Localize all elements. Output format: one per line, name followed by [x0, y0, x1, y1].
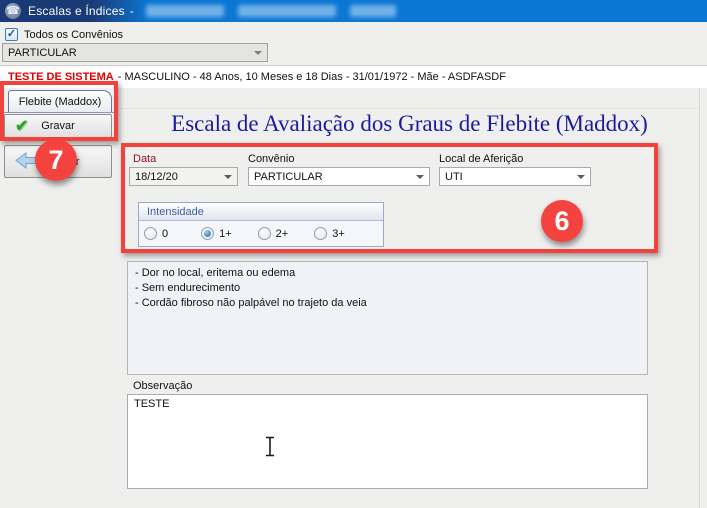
radio-intensity-2plus[interactable]: 2+: [258, 227, 289, 240]
panel-divider: [699, 88, 700, 508]
radio-intensity-3plus[interactable]: 3+: [314, 227, 345, 240]
save-button[interactable]: ✔ Gravar: [4, 114, 112, 138]
intensity-label: Intensidade: [147, 206, 204, 218]
observation-textarea[interactable]: TESTE: [127, 394, 648, 489]
patient-info-bar: TESTE DE SISTEMA - MASCULINO - 48 Anos, …: [0, 65, 707, 88]
chevron-down-icon: [224, 175, 232, 179]
patient-details: - MASCULINO - 48 Anos, 10 Meses e 18 Dia…: [118, 71, 506, 83]
description-line: - Dor no local, eritema ou edema: [135, 266, 640, 281]
insurance-filter-value: PARTICULAR: [8, 47, 77, 59]
window-title: Escalas e Índices: [28, 4, 125, 18]
check-icon: ✔: [15, 116, 28, 136]
redacted-text: [238, 5, 336, 17]
radio-label: 3+: [332, 228, 345, 240]
patient-name: TESTE DE SISTEMA: [8, 71, 114, 83]
radio-icon[interactable]: [258, 227, 271, 240]
annotation-badge-6: 6: [541, 200, 583, 242]
page-title: Escala de Avaliação dos Graus de Flebite…: [120, 111, 699, 137]
phone-icon: ☎: [5, 3, 21, 19]
radio-intensity-1plus[interactable]: 1+: [201, 227, 232, 240]
tab-strip-divider: [0, 112, 118, 113]
chevron-down-icon: [577, 175, 585, 179]
all-insurances-checkbox[interactable]: ✓: [5, 28, 18, 41]
location-label: Local de Aferição: [439, 153, 523, 165]
date-value: 18/12/20: [135, 171, 178, 183]
checkmark-icon: ✓: [7, 28, 16, 40]
title-separator: -: [130, 4, 134, 18]
location-dropdown[interactable]: UTI: [439, 167, 591, 186]
date-dropdown[interactable]: 18/12/20: [129, 167, 238, 186]
insurance-dropdown[interactable]: PARTICULAR: [248, 167, 430, 186]
location-value: UTI: [445, 171, 463, 183]
grade-description-box: - Dor no local, eritema ou edema - Sem e…: [127, 261, 648, 375]
tab-flebite-maddox[interactable]: Flebite (Maddox): [8, 90, 112, 113]
all-insurances-label: Todos os Convênios: [24, 29, 123, 41]
radio-selected-icon[interactable]: [201, 227, 214, 240]
radio-icon[interactable]: [144, 227, 157, 240]
escalas-e-indices-window: ☎ Escalas e Índices - ✓ Todos os Convêni…: [0, 0, 707, 508]
radio-intensity-0[interactable]: 0: [144, 227, 168, 240]
redacted-text: [350, 5, 396, 17]
text-cursor-icon: [264, 436, 276, 460]
insurance-value: PARTICULAR: [254, 171, 323, 183]
radio-icon[interactable]: [314, 227, 327, 240]
window-titlebar: ☎ Escalas e Índices -: [0, 0, 707, 22]
annotation-badge-7: 7: [35, 139, 77, 181]
redacted-text: [146, 5, 224, 17]
insurance-label: Convênio: [248, 153, 294, 165]
chevron-down-icon: [416, 175, 424, 179]
radio-label: 1+: [219, 228, 232, 240]
insurance-filter-dropdown[interactable]: PARTICULAR: [2, 43, 268, 62]
observation-label: Observação: [133, 380, 192, 392]
chevron-down-icon: [254, 51, 262, 55]
radio-label: 2+: [276, 228, 289, 240]
tab-label: Flebite (Maddox): [19, 96, 102, 108]
intensity-header: Intensidade: [139, 203, 383, 221]
radio-label: 0: [162, 228, 168, 240]
intensity-groupbox: Intensidade 0 1+ 2+ 3+: [138, 202, 384, 247]
intensity-options: 0 1+ 2+ 3+: [139, 221, 383, 246]
panel-divider: [120, 108, 699, 109]
date-label: Data: [133, 153, 156, 165]
description-line: - Cordão fibroso não palpável no trajeto…: [135, 296, 640, 311]
save-button-label: Gravar: [41, 120, 75, 132]
description-line: - Sem endurecimento: [135, 281, 640, 296]
